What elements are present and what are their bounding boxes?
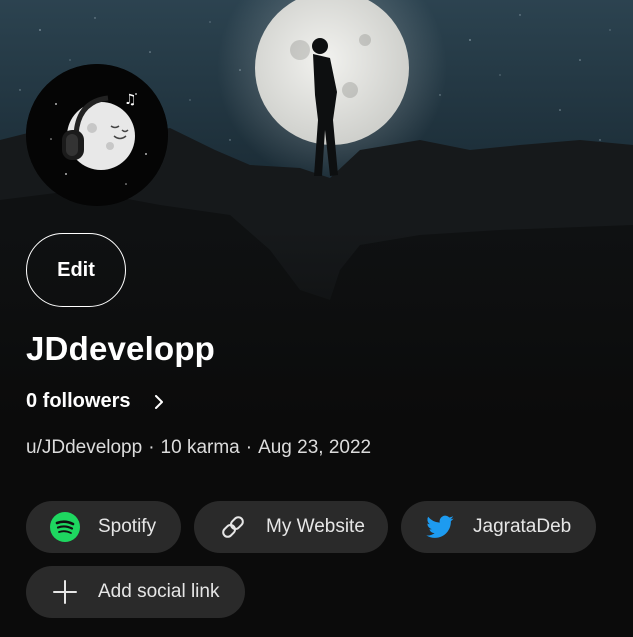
social-link-label: Spotify	[98, 516, 157, 537]
moon-headphones-avatar-icon: ♫	[26, 64, 168, 206]
profile-meta: u/JDdevelopp · 10 karma · Aug 23, 2022	[26, 437, 371, 459]
link-icon	[218, 512, 248, 542]
profile-karma: 10 karma	[160, 437, 240, 458]
avatar[interactable]: ♫	[26, 64, 168, 206]
svg-text:♫: ♫	[124, 92, 137, 108]
separator-dot: ·	[245, 437, 253, 458]
add-social-link-button[interactable]: Add social link	[26, 566, 245, 618]
social-link-spotify[interactable]: Spotify	[26, 501, 181, 553]
profile-display-name: JDdevelopp	[26, 330, 216, 367]
social-link-label: My Website	[266, 516, 365, 537]
profile-cake-day: Aug 23, 2022	[258, 437, 372, 458]
followers-link[interactable]: 0 followers	[26, 390, 166, 413]
spotify-icon	[50, 512, 80, 542]
add-social-link-label: Add social link	[98, 581, 220, 602]
profile-username: u/JDdevelopp	[26, 437, 143, 458]
followers-count: 0 followers	[26, 390, 131, 412]
twitter-icon	[425, 512, 455, 542]
social-link-website[interactable]: My Website	[194, 501, 388, 553]
plus-icon	[50, 577, 80, 607]
separator-dot: ·	[148, 437, 155, 458]
social-link-label: JagrataDeb	[473, 516, 572, 537]
social-link-twitter[interactable]: JagrataDeb	[401, 501, 596, 553]
edit-profile-button[interactable]: Edit	[26, 233, 126, 307]
chevron-right-icon	[155, 394, 164, 409]
